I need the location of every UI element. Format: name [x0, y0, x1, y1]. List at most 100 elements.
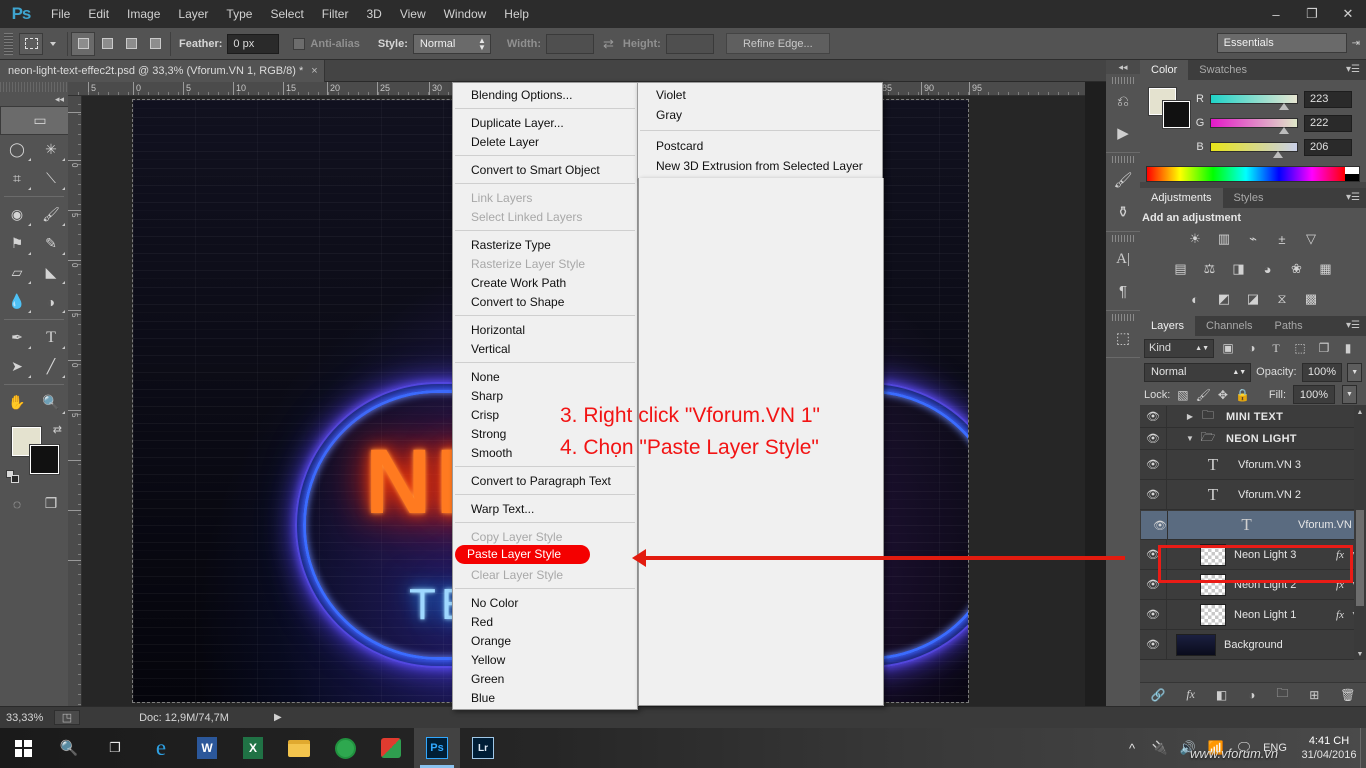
channel-value-b[interactable]: 206 [1304, 138, 1352, 156]
tab-layers[interactable]: Layers [1140, 316, 1196, 336]
filter-type-layers-icon[interactable]: T [1266, 338, 1286, 358]
layer-filter-kind-select[interactable]: Kind ▲▼ [1144, 338, 1214, 358]
menu-item-file[interactable]: File [42, 3, 79, 25]
layer-visibility-icon[interactable]: 👁 [1147, 519, 1173, 532]
hue-saturation-icon[interactable]: ▤ [1171, 260, 1191, 278]
layer-row[interactable]: 👁 Background [1140, 630, 1366, 660]
color-lookup-icon[interactable]: ▦ [1316, 260, 1336, 278]
channel-value-r[interactable]: 223 [1304, 90, 1352, 108]
lock-transparent-pixels-icon[interactable]: ▧ [1177, 388, 1188, 402]
workspace-select[interactable]: Essentials [1216, 33, 1347, 53]
threshold-icon[interactable]: ◪ [1243, 290, 1263, 308]
height-input[interactable] [665, 33, 714, 54]
tab-swatches[interactable]: Swatches [1188, 60, 1258, 80]
word-icon[interactable]: W [184, 728, 230, 768]
context-menu-item-vertical[interactable]: Vertical [453, 339, 637, 358]
filter-shape-layers-icon[interactable]: ⬚ [1290, 338, 1310, 358]
gradient-map-icon[interactable]: ▩ [1301, 290, 1321, 308]
context-menu-item-none[interactable]: None [453, 367, 637, 386]
document-tab[interactable]: neon-light-text-effec2t.psd @ 33,3% (Vfo… [0, 60, 325, 82]
minimize-button[interactable]: – [1258, 0, 1294, 28]
layer-visibility-icon[interactable]: 👁 [1140, 608, 1166, 621]
menu-item-3d[interactable]: 3D [357, 3, 390, 25]
context-menu-item-create-work-path[interactable]: Create Work Path [453, 273, 637, 292]
tool-preset-chevron-icon[interactable] [50, 41, 56, 46]
tool-clone-stamp[interactable]: ⚑ [0, 229, 34, 258]
color-background-swatch[interactable] [1162, 100, 1191, 129]
levels-icon[interactable]: ▥ [1214, 230, 1234, 248]
tool-dodge[interactable]: ◑ [34, 287, 68, 316]
slider-thumb-r[interactable] [1279, 103, 1289, 110]
slider-track-g[interactable] [1210, 118, 1298, 134]
intersect-selection-button[interactable] [143, 32, 167, 56]
battery-icon[interactable]: 🔌 [1146, 740, 1174, 756]
lock-image-pixels-icon[interactable]: 🖌 [1196, 388, 1211, 402]
opacity-value[interactable]: 100% [1301, 362, 1343, 382]
dock-collapse-button[interactable]: ◂◂ [1106, 60, 1140, 74]
background-color-swatch[interactable] [30, 445, 59, 474]
layer-row[interactable]: 👁 T Vforum.VN 3 [1140, 450, 1366, 480]
selective-color-icon[interactable]: ⧖ [1272, 290, 1292, 308]
status-expand-icon[interactable]: ▶ [274, 712, 282, 723]
context-menu-item-green[interactable]: Green [453, 669, 637, 688]
chevron-up-icon[interactable]: ^ [1118, 741, 1146, 756]
refine-edge-button[interactable]: Refine Edge... [725, 33, 830, 54]
layer-context-submenu[interactable]: Violet Gray Postcard New 3D Extrusion from … [637, 82, 884, 706]
dock-grip-2[interactable] [1112, 156, 1134, 163]
add-layer-mask-icon[interactable]: ◧ [1216, 688, 1227, 702]
clock[interactable]: 4:41 CH 31/04/2016 [1292, 734, 1366, 762]
brush-panel-icon[interactable]: 🖌 [1106, 164, 1140, 196]
context-menu-item-convert-to-shape[interactable]: Convert to Shape [453, 292, 637, 311]
layer-row[interactable]: 👁 ▶ 🗀 MINI TEXT [1140, 406, 1366, 428]
tab-paths[interactable]: Paths [1264, 316, 1314, 336]
tool-history-brush[interactable]: ✎ [34, 229, 68, 258]
search-icon[interactable]: 🔍 [46, 728, 92, 768]
dock-grip-4[interactable] [1112, 314, 1134, 321]
tool-eraser[interactable]: ▱ [0, 258, 34, 287]
slider-track-r[interactable] [1210, 94, 1298, 110]
actions-panel-icon[interactable]: ▶ [1106, 117, 1140, 149]
submenu-item-gray[interactable]: Gray [638, 105, 882, 125]
layer-fx-icon[interactable]: fx [1336, 609, 1344, 621]
tool-hand[interactable]: ✋ [0, 388, 34, 417]
fill-value[interactable]: 100% [1293, 385, 1335, 404]
tool-gradient[interactable]: ◣ [34, 258, 68, 287]
tool-pen[interactable]: ✒ [0, 323, 34, 352]
scroll-up-icon[interactable]: ▲ [1354, 406, 1366, 418]
lightroom-icon[interactable]: Lr [460, 728, 506, 768]
context-menu-item-horizontal[interactable]: Horizontal [453, 320, 637, 339]
scroll-down-icon[interactable]: ▼ [1354, 648, 1366, 660]
color-spectrum-ramp[interactable] [1146, 166, 1360, 182]
dock-grip-3[interactable] [1112, 235, 1134, 242]
lock-all-icon[interactable]: 🔒 [1235, 388, 1250, 402]
active-tool-icon[interactable] [19, 32, 43, 55]
menu-item-type[interactable]: Type [217, 3, 261, 25]
task-view-icon[interactable]: ❐ [92, 728, 138, 768]
submenu-item-violet[interactable]: Violet [638, 85, 882, 105]
adjustments-panel-menu-icon[interactable]: ▾☰ [1346, 192, 1360, 203]
menu-item-view[interactable]: View [391, 3, 435, 25]
menu-item-select[interactable]: Select [261, 3, 312, 25]
tab-channels[interactable]: Channels [1195, 316, 1263, 336]
tool-path-selection[interactable]: ➤ [0, 352, 34, 381]
black-white-icon[interactable]: ◨ [1229, 260, 1249, 278]
subtract-selection-button[interactable] [119, 32, 143, 56]
photoshop-icon[interactable]: Ps [414, 728, 460, 768]
layer-context-menu[interactable]: Blending Options... Duplicate Layer... Del… [452, 82, 638, 710]
close-button[interactable]: ✕ [1330, 0, 1366, 28]
add-selection-button[interactable] [95, 32, 119, 56]
layer-row[interactable]: 👁 T Vforum.VN 1 [1140, 510, 1366, 540]
layer-group-disclosure-icon[interactable]: ▼ [1182, 434, 1198, 443]
menu-item-edit[interactable]: Edit [79, 3, 118, 25]
layer-visibility-icon[interactable]: 👁 [1140, 488, 1166, 501]
context-menu-item-orange[interactable]: Orange [453, 631, 637, 650]
tool-brush[interactable]: 🖌 [34, 200, 68, 229]
tool-type[interactable]: T [34, 323, 68, 352]
layer-group-disclosure-icon[interactable]: ▶ [1182, 412, 1198, 421]
context-menu-item-sharp[interactable]: Sharp [453, 386, 637, 405]
filter-pixel-layers-icon[interactable]: ▣ [1218, 338, 1238, 358]
tool-magic-wand[interactable]: ✳ [34, 135, 68, 164]
delete-layer-icon[interactable]: 🗑 [1340, 688, 1355, 702]
workspace-menu-icon[interactable]: ⇥ [1352, 38, 1360, 49]
submenu-item-new-3d-extrusion-from-selected-layer[interactable]: New 3D Extrusion from Selected Layer [638, 156, 882, 176]
